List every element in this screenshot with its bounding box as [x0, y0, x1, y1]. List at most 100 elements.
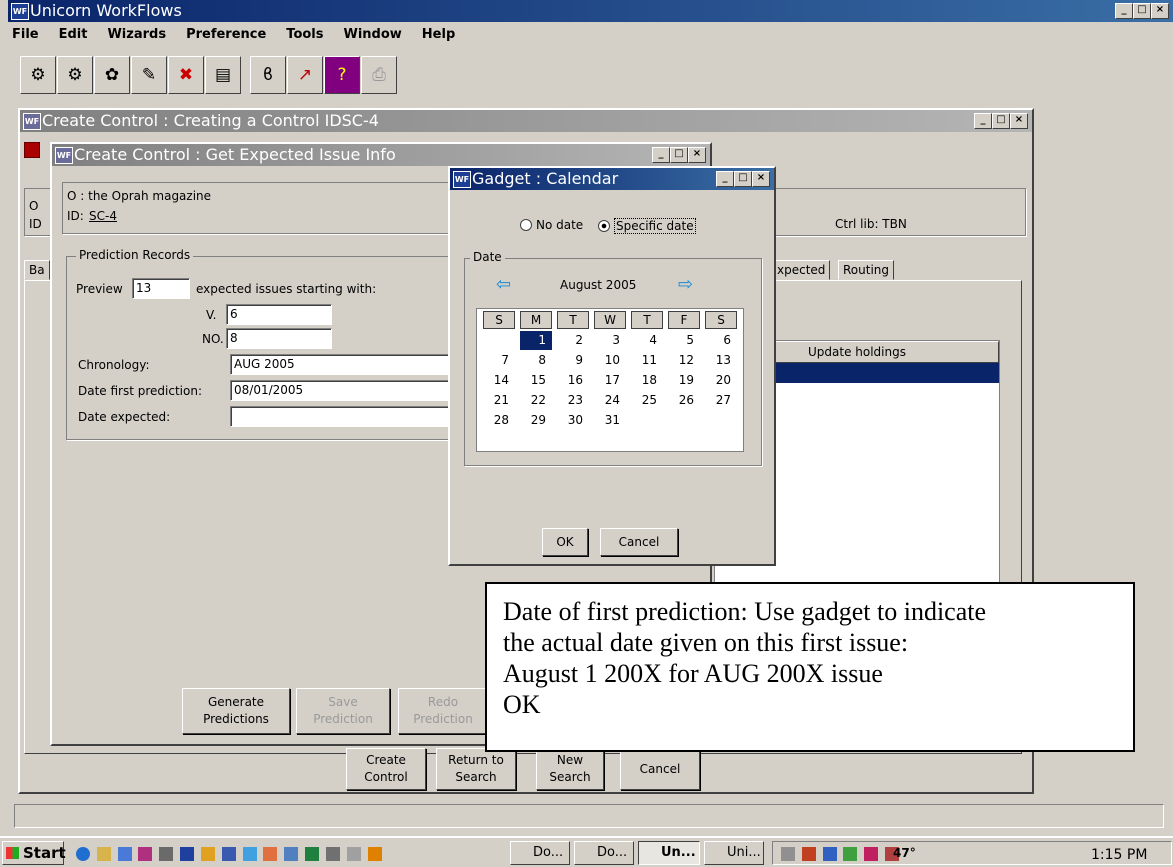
calendar-day[interactable]: 20 [705, 371, 737, 390]
create-control-titlebar[interactable]: WF Create Control : Creating a Control I… [20, 110, 1032, 132]
holds-icon[interactable]: ϐ [250, 56, 286, 94]
number-input[interactable]: 8 [226, 328, 332, 349]
no-date-radio[interactable]: No date [520, 218, 583, 232]
minimize-button[interactable]: _ [652, 147, 670, 163]
calendar-day[interactable]: 24 [594, 391, 626, 410]
close-button[interactable]: × [688, 147, 706, 163]
calendar-day[interactable]: 13 [705, 351, 737, 370]
expected-issue-titlebar[interactable]: WF Create Control : Get Expected Issue I… [52, 144, 710, 166]
next-month-arrow-icon[interactable]: ⇨ [678, 276, 693, 294]
calendar-day[interactable]: 28 [483, 411, 515, 430]
help-icon[interactable]: ? [324, 56, 360, 94]
calendar-day[interactable]: 9 [557, 351, 589, 370]
calendar-day[interactable]: 18 [631, 371, 663, 390]
calendar-day[interactable]: 3 [594, 331, 626, 350]
menu-edit[interactable]: Edit [59, 27, 88, 42]
security-icon[interactable] [822, 846, 837, 861]
messenger-icon[interactable] [843, 846, 858, 861]
ie-icon[interactable] [76, 846, 90, 861]
search-icon[interactable] [242, 846, 257, 861]
calendar-day[interactable]: 6 [705, 331, 737, 350]
calendar-day[interactable]: 21 [483, 391, 515, 410]
settings-icon[interactable] [325, 846, 340, 861]
preview-count-input[interactable]: 13 [132, 278, 190, 299]
checkin-icon[interactable]: ⚙ [20, 56, 56, 94]
menu-preference[interactable]: Preference [186, 27, 266, 42]
doc-icon[interactable] [284, 846, 299, 861]
calendar-day[interactable]: 2 [557, 331, 589, 350]
calendar-day-selected[interactable]: 1 [520, 331, 552, 350]
tab-expected[interactable]: xpected [772, 260, 831, 280]
window-icon[interactable] [221, 846, 236, 861]
menu-file[interactable]: File [12, 27, 39, 42]
display-icon[interactable]: ▤ [205, 56, 241, 94]
taskbar-task-unicorn-2[interactable]: Uni... [704, 841, 764, 865]
calendar-day[interactable]: 29 [520, 411, 552, 430]
calendar-ok-button[interactable]: OK [542, 528, 588, 556]
word-icon[interactable] [180, 846, 195, 861]
mail-icon[interactable] [96, 846, 111, 861]
calendar-day[interactable]: 26 [668, 391, 700, 410]
calendar-day[interactable]: 8 [520, 351, 552, 370]
calendar-day[interactable]: 15 [520, 371, 552, 390]
calendar-cancel-button[interactable]: Cancel [600, 528, 678, 556]
renew-icon[interactable]: ✿ [94, 56, 130, 94]
calendar-day[interactable]: 30 [557, 411, 589, 430]
antivirus-icon[interactable] [864, 846, 879, 861]
calendar-day[interactable]: 11 [631, 351, 663, 370]
tab-basic[interactable]: Ba [24, 260, 50, 280]
new-search-button[interactable]: New Search [536, 748, 604, 790]
calendar-day[interactable]: 10 [594, 351, 626, 370]
minimize-button[interactable]: _ [974, 113, 992, 129]
prev-month-arrow-icon[interactable]: ⇦ [496, 276, 511, 294]
network-icon[interactable] [801, 846, 816, 861]
spreadsheet-icon[interactable] [305, 846, 320, 861]
calendar-day[interactable]: 4 [631, 331, 663, 350]
volume-icon[interactable] [781, 846, 795, 861]
first-prediction-input[interactable]: 08/01/2005 [230, 380, 450, 401]
taskbar-task-doc-1[interactable]: Do... [510, 841, 570, 865]
menu-window[interactable]: Window [344, 27, 402, 42]
calendar-day[interactable]: 19 [668, 371, 700, 390]
play-icon[interactable] [367, 846, 382, 861]
redo-prediction-button[interactable]: Redo Prediction [398, 688, 488, 734]
maximize-button[interactable]: □ [670, 147, 688, 163]
app-icon[interactable] [138, 846, 153, 861]
calendar-day[interactable]: 31 [594, 411, 626, 430]
calendar-day[interactable]: 5 [668, 331, 700, 350]
generate-predictions-button[interactable]: Generate Predictions [182, 688, 290, 734]
calendar-day[interactable]: 27 [705, 391, 737, 410]
chart-icon[interactable] [200, 846, 215, 861]
calendar-day[interactable]: 25 [631, 391, 663, 410]
minimize-button[interactable]: _ [1115, 3, 1133, 19]
save-prediction-button[interactable]: Save Prediction [296, 688, 390, 734]
print-icon[interactable]: ⎙ [361, 56, 397, 94]
start-button[interactable]: Start [2, 841, 66, 865]
calendar-day[interactable]: 7 [483, 351, 515, 370]
specific-date-radio[interactable]: Specific date [598, 218, 696, 234]
return-to-search-button[interactable]: Return to Search [436, 748, 516, 790]
minimize-button[interactable]: _ [716, 171, 734, 187]
date-expected-input[interactable] [230, 406, 450, 427]
chronology-input[interactable]: AUG 2005 [230, 354, 450, 375]
volume-input[interactable]: 6 [226, 304, 332, 325]
calendar-titlebar[interactable]: WF Gadget : Calendar _ □ × [450, 168, 774, 190]
calendar-day[interactable]: 16 [557, 371, 589, 390]
calendar-day[interactable]: 14 [483, 371, 515, 390]
menu-help[interactable]: Help [422, 27, 455, 42]
maximize-button[interactable]: □ [734, 171, 752, 187]
taskbar-task-unicorn-active[interactable]: Un... [638, 841, 700, 865]
taskbar-task-doc-2[interactable]: Do... [574, 841, 634, 865]
menu-tools[interactable]: Tools [286, 27, 323, 42]
maximize-button[interactable]: □ [1133, 3, 1151, 19]
calendar-day[interactable]: 22 [520, 391, 552, 410]
create-control-button[interactable]: Create Control [346, 748, 426, 790]
paint-icon[interactable] [263, 846, 278, 861]
diamond-icon[interactable] [346, 846, 361, 861]
user-icon[interactable]: ✎ [131, 56, 167, 94]
reports-icon[interactable]: ↗ [287, 56, 323, 94]
tool-icon[interactable] [159, 846, 174, 861]
checkout-icon[interactable]: ⚙ [57, 56, 93, 94]
close-button[interactable]: × [752, 171, 770, 187]
tab-routing[interactable]: Routing [838, 260, 895, 280]
